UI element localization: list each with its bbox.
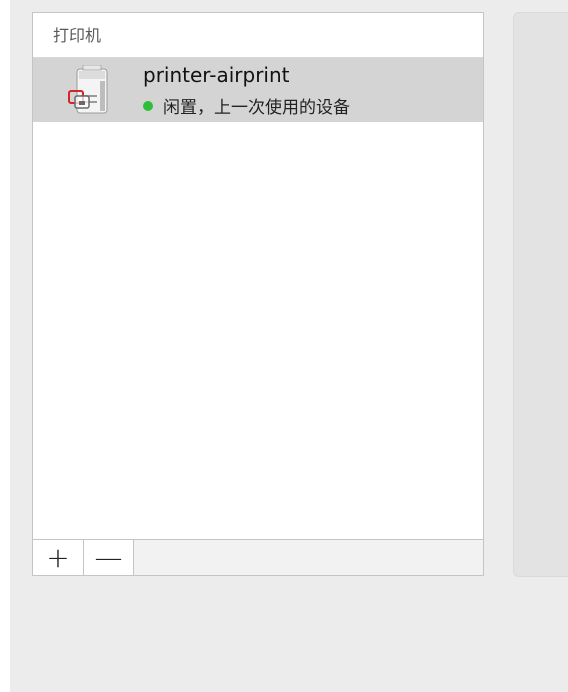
remove-printer-button[interactable]: —: [84, 540, 134, 575]
printer-status: 闲置，上一次使用的设备: [143, 93, 350, 118]
printer-list-header: 打印机: [33, 13, 483, 58]
printer-detail-panel: [513, 12, 568, 577]
printer-list-toolbar: + —: [33, 539, 483, 575]
printer-list-item[interactable]: printer-airprint 闲置，上一次使用的设备: [33, 58, 483, 122]
printer-name: printer-airprint: [143, 63, 290, 87]
add-printer-button[interactable]: +: [33, 540, 84, 575]
printer-status-text: 闲置，上一次使用的设备: [163, 98, 350, 118]
printer-list-panel: 打印机 printer-airprint 闲置，上一次使用的设备 + —: [32, 12, 484, 576]
toolbar-spacer: [134, 540, 483, 575]
printer-icon: [68, 65, 108, 114]
status-indicator-icon: [143, 100, 153, 111]
